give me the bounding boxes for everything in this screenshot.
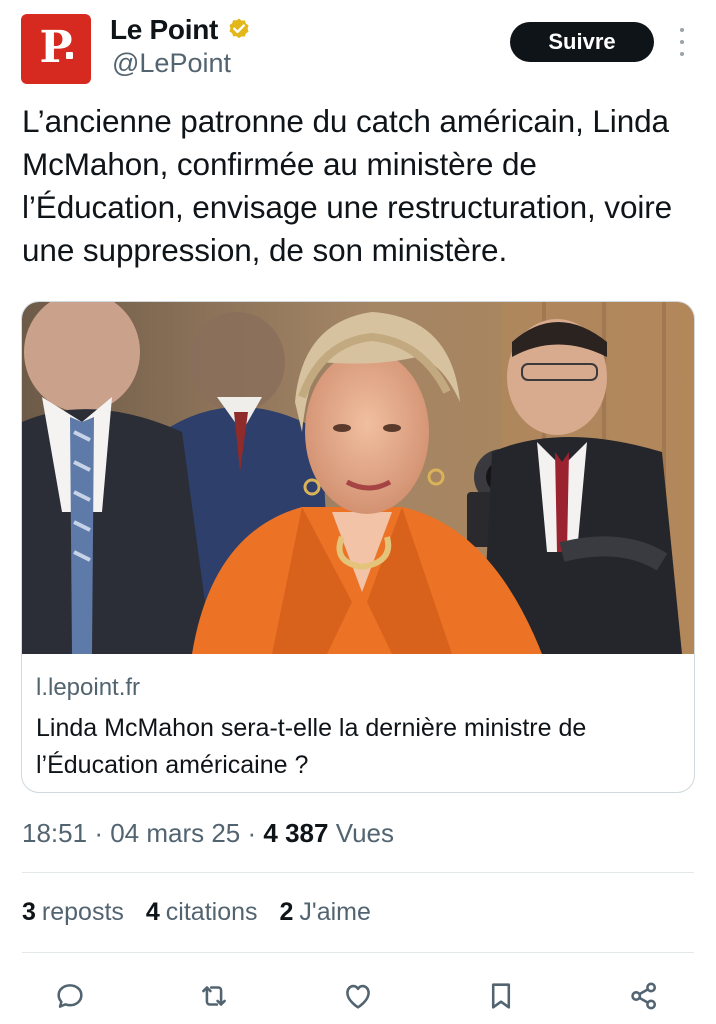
reply-icon (57, 984, 83, 1008)
likes-count: 2 (279, 898, 294, 926)
tweet-time[interactable]: 18:51 (22, 818, 87, 848)
more-options-icon[interactable] (672, 28, 692, 56)
engagement-stats: 3 reposts 4 citations 2 J'aime (22, 898, 371, 927)
logo-letter: P (39, 22, 73, 73)
divider (22, 952, 694, 953)
display-name[interactable]: Le Point (110, 14, 218, 46)
logo-dot (66, 52, 73, 59)
card-title[interactable]: Linda McMahon sera-t-elle la dernière mi… (36, 710, 686, 784)
tweet-text: L’ancienne patronne du catch américain, … (22, 103, 673, 268)
retweet-icon (202, 986, 226, 1006)
reposts-count: 3 (22, 898, 36, 926)
tweet-header: P Le Point @LePoint Suivre (0, 0, 716, 96)
separator-dot: · (247, 818, 264, 848)
divider (22, 872, 694, 873)
likes-label: J'aime (299, 898, 371, 926)
reply-button[interactable] (52, 978, 88, 1014)
share-icon (631, 982, 657, 1010)
action-bar (0, 972, 716, 1020)
retweet-button[interactable] (196, 978, 232, 1014)
reposts-label: reposts (41, 898, 124, 926)
quotes-count: 4 (145, 898, 160, 926)
reposts-stat[interactable]: 3 reposts (22, 898, 124, 927)
card-image[interactable] (22, 302, 694, 654)
name-row: Le Point (110, 14, 252, 46)
follow-button[interactable]: Suivre (510, 22, 654, 62)
account-handle[interactable]: @LePoint (112, 48, 231, 79)
like-icon (346, 984, 370, 1009)
views-count: 4 387 (263, 818, 329, 848)
tweet-meta: 18:51 · 04 mars 25 · 4 387 Vues (22, 818, 394, 849)
verified-badge-icon (229, 18, 249, 39)
share-button[interactable] (626, 978, 662, 1014)
account-avatar[interactable]: P (21, 14, 91, 84)
card-domain[interactable]: l.lepoint.fr (36, 674, 140, 702)
separator-dot: · (94, 818, 111, 848)
bookmark-button[interactable] (483, 978, 519, 1014)
bookmark-icon (491, 983, 511, 1009)
link-card[interactable]: l.lepoint.fr Linda McMahon sera-t-elle l… (21, 301, 695, 793)
views-label: Vues (335, 818, 395, 848)
likes-stat[interactable]: 2 J'aime (280, 898, 371, 927)
quotes-label: citations (165, 898, 258, 926)
quotes-stat[interactable]: 4 citations (146, 898, 258, 927)
tweet-date[interactable]: 04 mars 25 (110, 818, 240, 848)
like-button[interactable] (340, 978, 376, 1014)
